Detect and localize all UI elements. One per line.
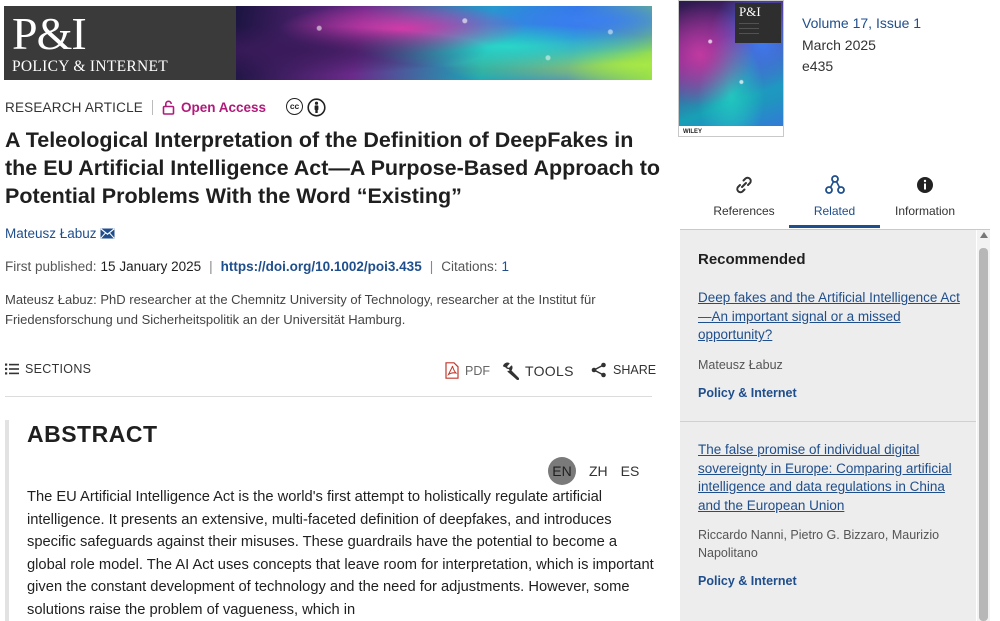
abstract-text: The EU Artificial Intelligence Act is th… [27,489,654,618]
citations-label: Citations: [441,259,498,274]
by-attribution-icon [307,97,326,117]
issue-date: March 2025 [802,37,876,53]
recommended-title-link[interactable]: Deep fakes and the Artificial Intelligen… [698,290,960,342]
pdf-button[interactable]: PDF [445,362,490,379]
recommended-item: Deep fakes and the Artificial Intelligen… [698,289,963,400]
pdf-icon [445,362,459,379]
journal-logo[interactable]: P&I POLICY & INTERNET [4,6,236,80]
tab-related[interactable]: Related [789,170,880,228]
cover-publisher: WILEY [683,129,702,135]
pdf-label: PDF [465,363,490,378]
issue-cover[interactable]: P&I ――――― ――――― ――――― WILEY [678,0,784,137]
author-affiliation: Mateusz Łabuz: PhD researcher at the Che… [5,292,596,327]
license-icons: cc [282,97,326,117]
list-icon [5,363,19,375]
banner-artwork [236,6,652,80]
abstract-accent-bar [5,420,9,621]
first-published-label: First published: [5,259,97,274]
recommended-authors: Mateusz Łabuz [698,357,783,372]
link-icon [736,176,752,194]
separator [152,99,153,115]
cover-logo-text: P&I [739,4,761,19]
recommended-journal: Policy & Internet [698,385,797,400]
tools-label: TOOLS [525,363,574,379]
open-access-label: Open Access [181,99,267,115]
first-published-date: 15 January 2025 [100,259,202,274]
recommended-journal: Policy & Internet [698,574,797,588]
wrench-icon [502,362,519,380]
author-link[interactable]: Mateusz Łabuz [5,226,97,241]
share-icon [591,362,606,378]
citations-count-link[interactable]: 1 [502,259,510,274]
journal-banner[interactable]: P&I POLICY & INTERNET [4,6,652,80]
abstract-heading: ABSTRACT [27,421,158,447]
publication-info: First published: 15 January 2025 | https… [5,259,509,274]
scrollbar-thumb[interactable] [979,248,988,621]
scroll-up-arrow-icon[interactable] [979,232,988,238]
issue-link[interactable]: Volume 17, Issue 1 [802,15,921,31]
article-title: A Teleological Interpretation of the Def… [5,128,661,208]
language-es-button[interactable]: ES [621,463,640,479]
sections-label: SECTIONS [25,362,92,376]
recommended-heading: Recommended [698,251,806,268]
separator: | [429,259,434,274]
article-toolbar: SECTIONS PDF TOOLS SHARE [5,362,656,382]
sections-button[interactable]: SECTIONS [5,362,91,376]
tab-references[interactable]: References [692,170,796,228]
cover-logo: P&I ――――― ――――― ――――― [735,3,781,43]
recommended-item: The false promise of individual digital … [698,441,963,588]
tools-button[interactable]: TOOLS [501,362,574,380]
info-icon [917,177,933,193]
share-button[interactable]: SHARE [591,362,656,378]
recommended-scrollbar[interactable] [977,230,990,621]
recommended-authors: Riccardo Nanni, Pietro G. Bizzaro, Mauri… [698,528,940,560]
language-zh-button[interactable]: ZH [589,463,608,479]
journal-logo-main: P&I [12,8,87,59]
share-label: SHARE [613,363,657,377]
journal-logo-sub: POLICY & INTERNET [12,58,169,75]
cover-logo-lines: ――――― ――――― ――――― [739,20,759,35]
article-id: e435 [802,58,834,74]
language-switcher: EN ZH ES [548,457,639,485]
recommended-title-link[interactable]: The false promise of individual digital … [698,442,952,513]
cc-icon: cc [286,97,304,115]
tab-related-label: Related [813,204,856,218]
language-en-button[interactable]: EN [548,457,576,485]
article-type-row: RESEARCH ARTICLE Open Access cc [5,97,326,117]
separator: | [209,259,213,274]
tab-information[interactable]: Information [873,170,977,228]
article-type: RESEARCH ARTICLE [5,99,143,115]
tab-references-label: References [713,204,775,218]
envelope-icon[interactable] [99,228,115,239]
tab-information-label: Information [894,204,956,218]
toolbar-divider [5,396,652,397]
doi-link[interactable]: https://doi.org/10.1002/poi3.435 [221,259,422,274]
open-lock-icon [162,100,175,115]
author-row: Mateusz Łabuz [5,226,115,241]
network-icon [824,175,845,194]
recommended-divider [680,421,976,422]
recommended-panel: Recommended Deep fakes and the Artificia… [680,230,976,621]
